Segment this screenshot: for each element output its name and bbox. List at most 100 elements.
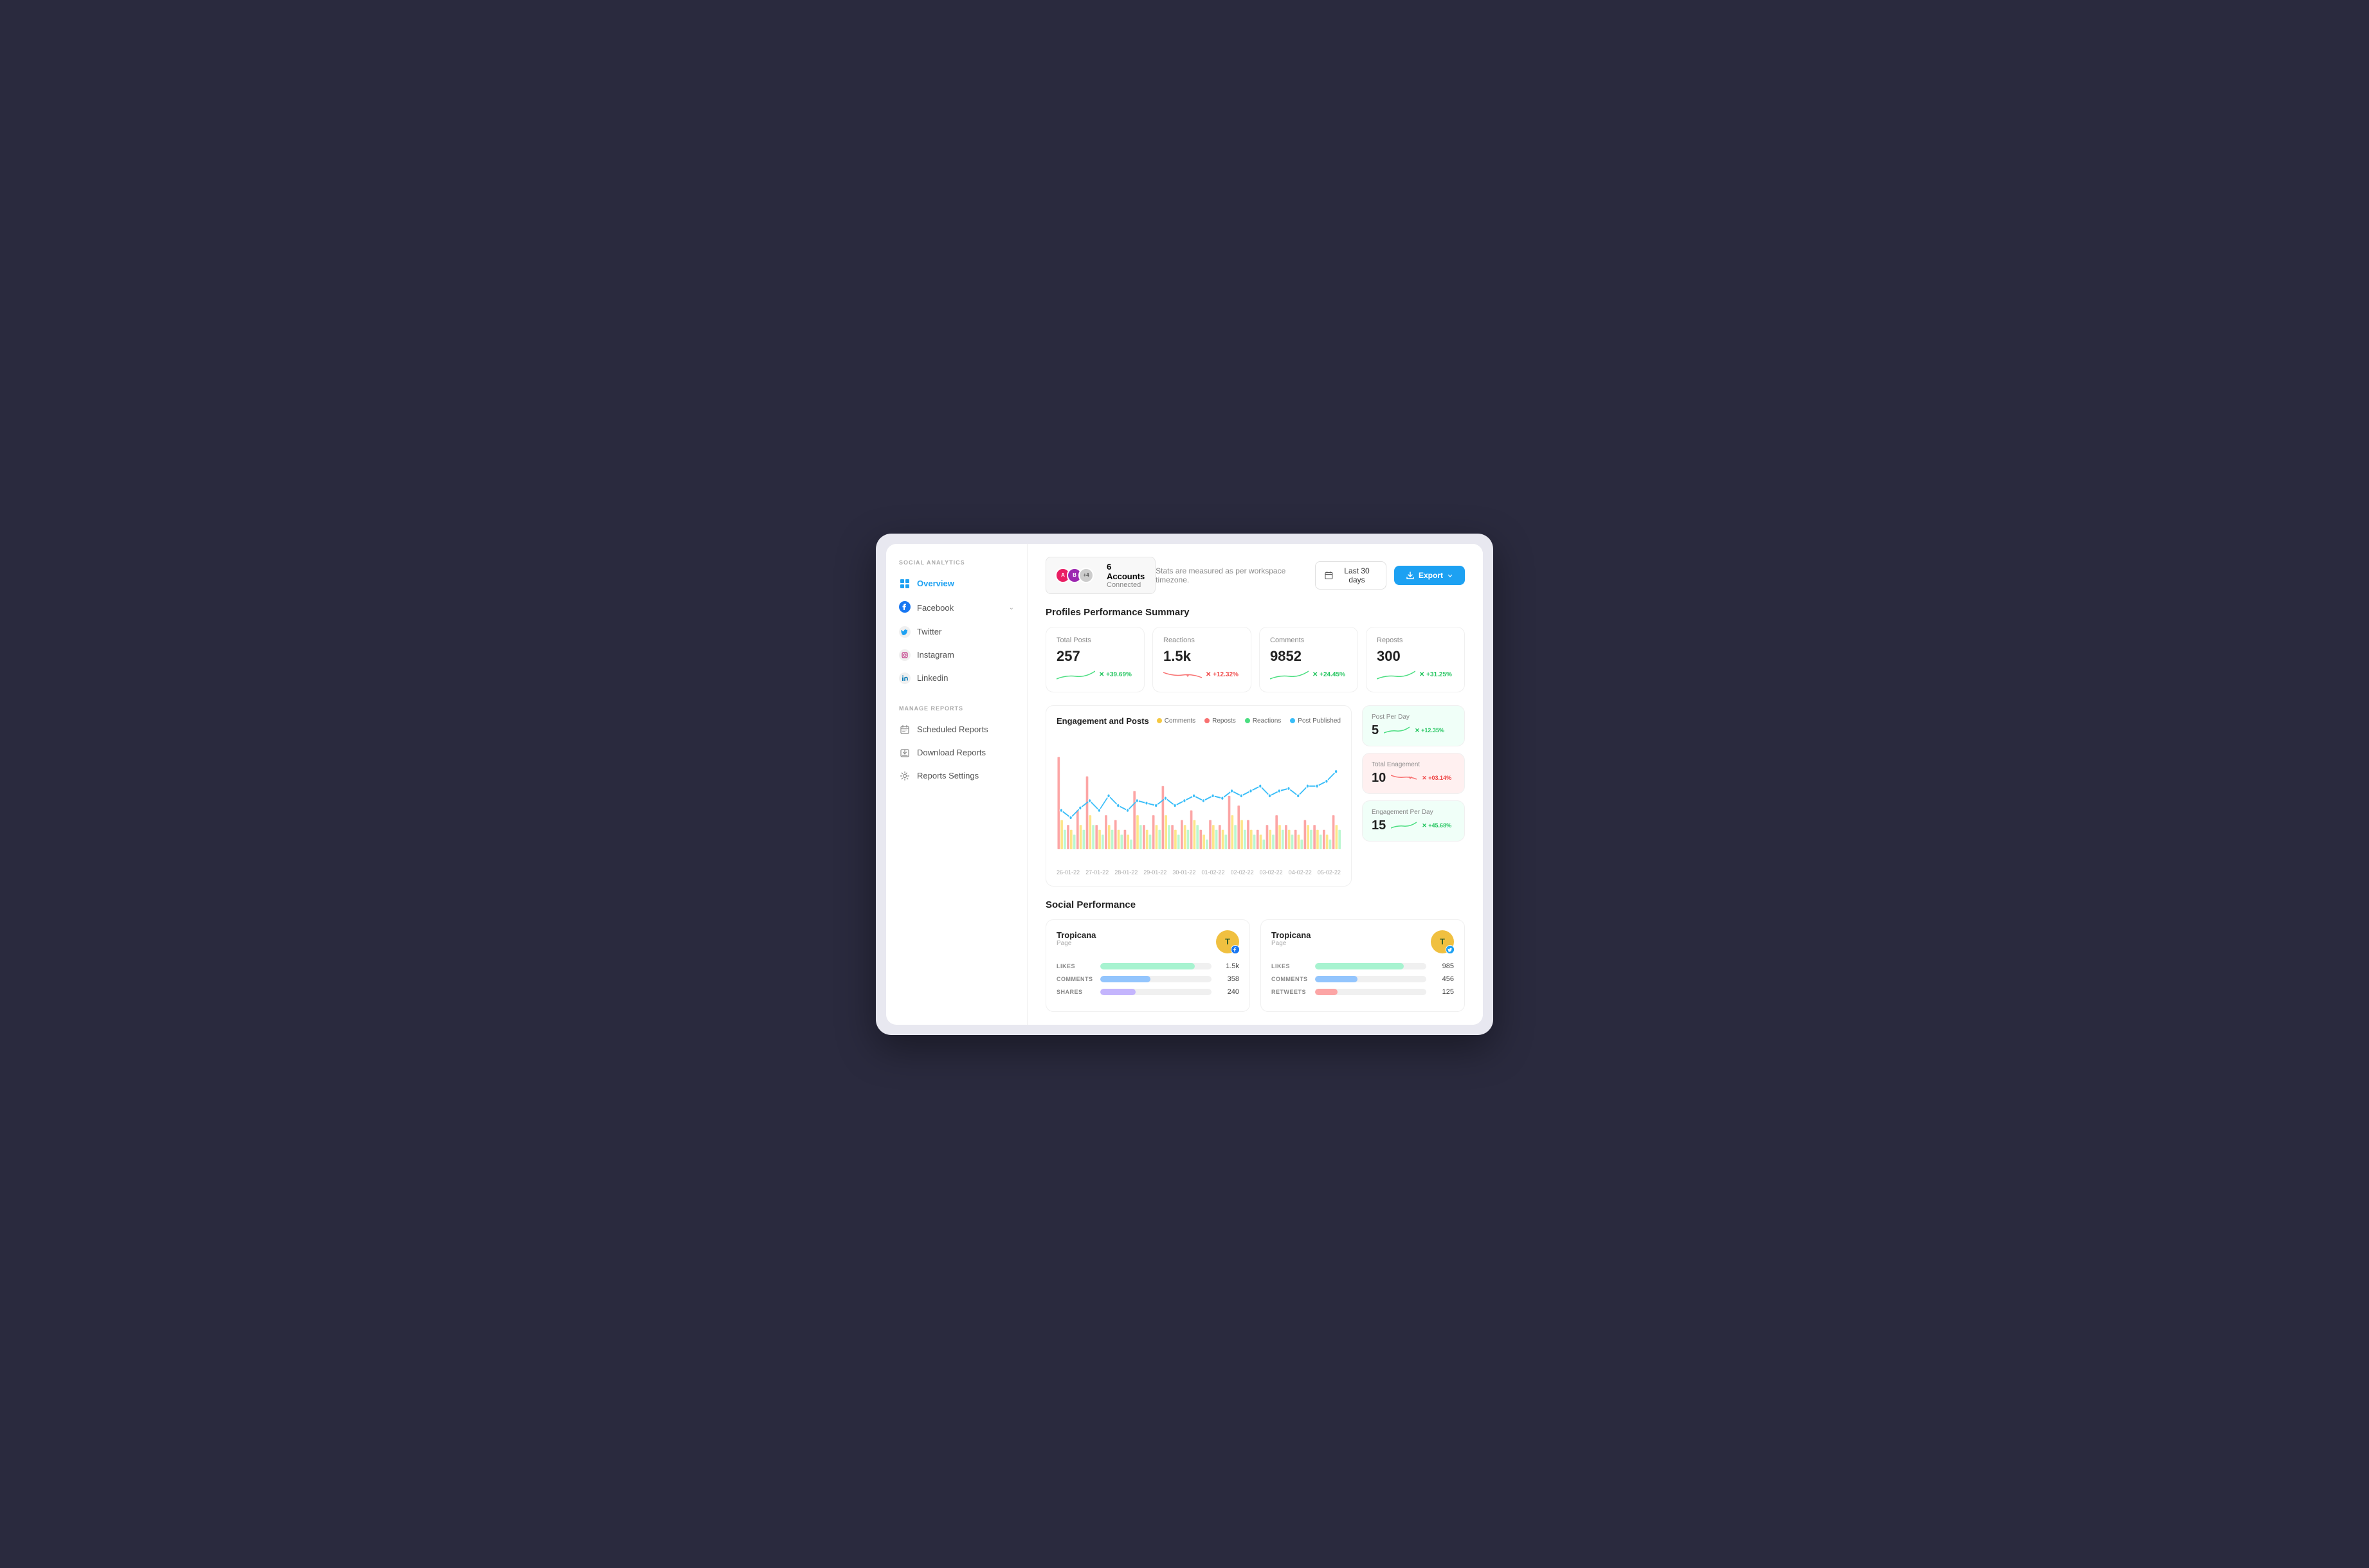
settings-icon bbox=[899, 770, 911, 782]
x-label: 02-02-22 bbox=[1231, 869, 1254, 876]
social-performance-title: Social Performance bbox=[1046, 899, 1465, 910]
bar-label: COMMENTS bbox=[1057, 976, 1095, 982]
legend-item-reactions: Reactions bbox=[1245, 717, 1281, 725]
perf-logo: T bbox=[1431, 930, 1454, 953]
sidebar: SOCIAL ANALYTICS Overview bbox=[886, 544, 1028, 1025]
perf-logo: T bbox=[1216, 930, 1239, 953]
sidebar-item-settings[interactable]: Reports Settings bbox=[886, 764, 1027, 788]
facebook-chevron: ⌄ bbox=[1009, 604, 1014, 611]
scheduled-icon bbox=[899, 724, 911, 735]
x-label: 01-02-22 bbox=[1201, 869, 1224, 876]
bar-value: 240 bbox=[1217, 988, 1239, 996]
x-label: 04-02-22 bbox=[1289, 869, 1312, 876]
linkedin-label: Linkedin bbox=[917, 673, 948, 683]
bar-row: COMMENTS 456 bbox=[1271, 975, 1454, 983]
bar-value: 456 bbox=[1431, 975, 1454, 983]
platform-badge bbox=[1446, 945, 1455, 954]
legend-item-post published: Post Published bbox=[1290, 717, 1341, 725]
bar-row: RETWEETS 125 bbox=[1271, 988, 1454, 996]
chart-card: Engagement and Posts CommentsRepostsReac… bbox=[1046, 705, 1352, 887]
download-icon bbox=[899, 747, 911, 759]
facebook-label: Facebook bbox=[917, 603, 954, 613]
stats-grid: Total Posts 257 ✕ +39.69% Reactions 1.5k… bbox=[1046, 627, 1465, 692]
scheduled-label: Scheduled Reports bbox=[917, 725, 988, 734]
bar-value: 985 bbox=[1431, 962, 1454, 970]
platform-badge bbox=[1231, 945, 1240, 954]
metric-label: Total Enagement bbox=[1372, 761, 1455, 768]
date-range-label: Last 30 days bbox=[1337, 566, 1377, 584]
bar-track bbox=[1100, 989, 1212, 995]
facebook-icon bbox=[899, 601, 911, 615]
bar-track bbox=[1100, 963, 1212, 969]
metric-change: ✕ +03.14% bbox=[1422, 775, 1451, 782]
stat-label: Comments bbox=[1270, 636, 1347, 644]
grid-icon bbox=[899, 578, 911, 590]
bar-label: RETWEETS bbox=[1271, 989, 1310, 995]
x-label: 29-01-22 bbox=[1143, 869, 1166, 876]
top-bar: A B +4 6 Accounts Connected Stats are me… bbox=[1046, 557, 1465, 594]
outer-wrapper: SOCIAL ANALYTICS Overview bbox=[876, 534, 1493, 1035]
manage-reports-section: MANAGE REPORTS Scheduled Reports bbox=[886, 705, 1027, 788]
stat-value: 300 bbox=[1377, 648, 1454, 665]
bar-row: LIKES 1.5k bbox=[1057, 962, 1239, 970]
stat-change: ✕ +39.69% bbox=[1099, 671, 1132, 678]
x-label: 30-01-22 bbox=[1172, 869, 1195, 876]
sidebar-item-twitter[interactable]: Twitter bbox=[886, 620, 1027, 644]
sidebar-section-social: SOCIAL ANALYTICS bbox=[886, 559, 1027, 572]
bar-track bbox=[1315, 963, 1426, 969]
linkedin-icon bbox=[899, 672, 911, 684]
bar-label: SHARES bbox=[1057, 989, 1095, 995]
stat-label: Total Posts bbox=[1057, 636, 1134, 644]
x-label: 27-01-22 bbox=[1085, 869, 1109, 876]
metric-value: 10 bbox=[1372, 771, 1386, 786]
sidebar-item-overview[interactable]: Overview bbox=[886, 572, 1027, 595]
stat-change: ✕ +24.45% bbox=[1312, 671, 1345, 678]
metric-value: 5 bbox=[1372, 723, 1379, 738]
perf-grid: Tropicana Page T LIKES 1.5k COMMENTS bbox=[1046, 919, 1465, 1012]
metric-value: 15 bbox=[1372, 818, 1386, 833]
side-metrics: Post Per Day 5 ✕ +12.35% Total Enagement… bbox=[1362, 705, 1465, 887]
perf-subtitle: Page bbox=[1271, 940, 1311, 947]
bar-row: SHARES 240 bbox=[1057, 988, 1239, 996]
timezone-text: Stats are measured as per workspace time… bbox=[1156, 566, 1307, 584]
legend-item-reposts: Reposts bbox=[1204, 717, 1236, 725]
sidebar-item-scheduled[interactable]: Scheduled Reports bbox=[886, 718, 1027, 741]
profiles-section-title: Profiles Performance Summary bbox=[1046, 607, 1465, 618]
sidebar-item-download[interactable]: Download Reports bbox=[886, 741, 1027, 764]
perf-subtitle: Page bbox=[1057, 940, 1096, 947]
top-bar-right: Stats are measured as per workspace time… bbox=[1156, 561, 1465, 590]
accounts-connected[interactable]: A B +4 6 Accounts Connected bbox=[1046, 557, 1156, 594]
bar-label: LIKES bbox=[1271, 963, 1310, 969]
instagram-icon bbox=[899, 649, 911, 661]
date-range-button[interactable]: Last 30 days bbox=[1315, 561, 1386, 590]
stat-card-1: Reactions 1.5k ✕ +12.32% bbox=[1152, 627, 1251, 692]
sidebar-item-facebook[interactable]: Facebook ⌄ bbox=[886, 595, 1027, 620]
twitter-label: Twitter bbox=[917, 627, 941, 636]
stat-card-3: Reposts 300 ✕ +31.25% bbox=[1366, 627, 1465, 692]
x-label: 28-01-22 bbox=[1114, 869, 1138, 876]
metric-card-1: Total Enagement 10 ✕ +03.14% bbox=[1362, 753, 1465, 794]
avatar-count: +4 bbox=[1078, 568, 1094, 583]
stat-value: 257 bbox=[1057, 648, 1134, 665]
metric-card-0: Post Per Day 5 ✕ +12.35% bbox=[1362, 705, 1465, 746]
accounts-count: 6 Accounts bbox=[1107, 562, 1146, 581]
stat-label: Reposts bbox=[1377, 636, 1454, 644]
bar-label: COMMENTS bbox=[1271, 976, 1310, 982]
bar-value: 1.5k bbox=[1217, 962, 1239, 970]
accounts-sub: Connected bbox=[1107, 581, 1146, 589]
export-label: Export bbox=[1419, 571, 1443, 580]
bar-track bbox=[1315, 989, 1426, 995]
bar-row: LIKES 985 bbox=[1271, 962, 1454, 970]
overview-label: Overview bbox=[917, 579, 954, 588]
export-button[interactable]: Export bbox=[1394, 566, 1465, 585]
chart-section: Engagement and Posts CommentsRepostsReac… bbox=[1046, 705, 1465, 887]
sidebar-item-instagram[interactable]: Instagram bbox=[886, 644, 1027, 667]
instagram-label: Instagram bbox=[917, 650, 954, 660]
sidebar-item-linkedin[interactable]: Linkedin bbox=[886, 667, 1027, 690]
stat-card-0: Total Posts 257 ✕ +39.69% bbox=[1046, 627, 1145, 692]
main-content: A B +4 6 Accounts Connected Stats are me… bbox=[1028, 544, 1483, 1025]
perf-title: Tropicana bbox=[1271, 930, 1311, 940]
perf-card-1: Tropicana Page T LIKES 985 COMMENTS bbox=[1260, 919, 1465, 1012]
engagement-chart bbox=[1057, 734, 1341, 862]
twitter-icon bbox=[899, 626, 911, 638]
